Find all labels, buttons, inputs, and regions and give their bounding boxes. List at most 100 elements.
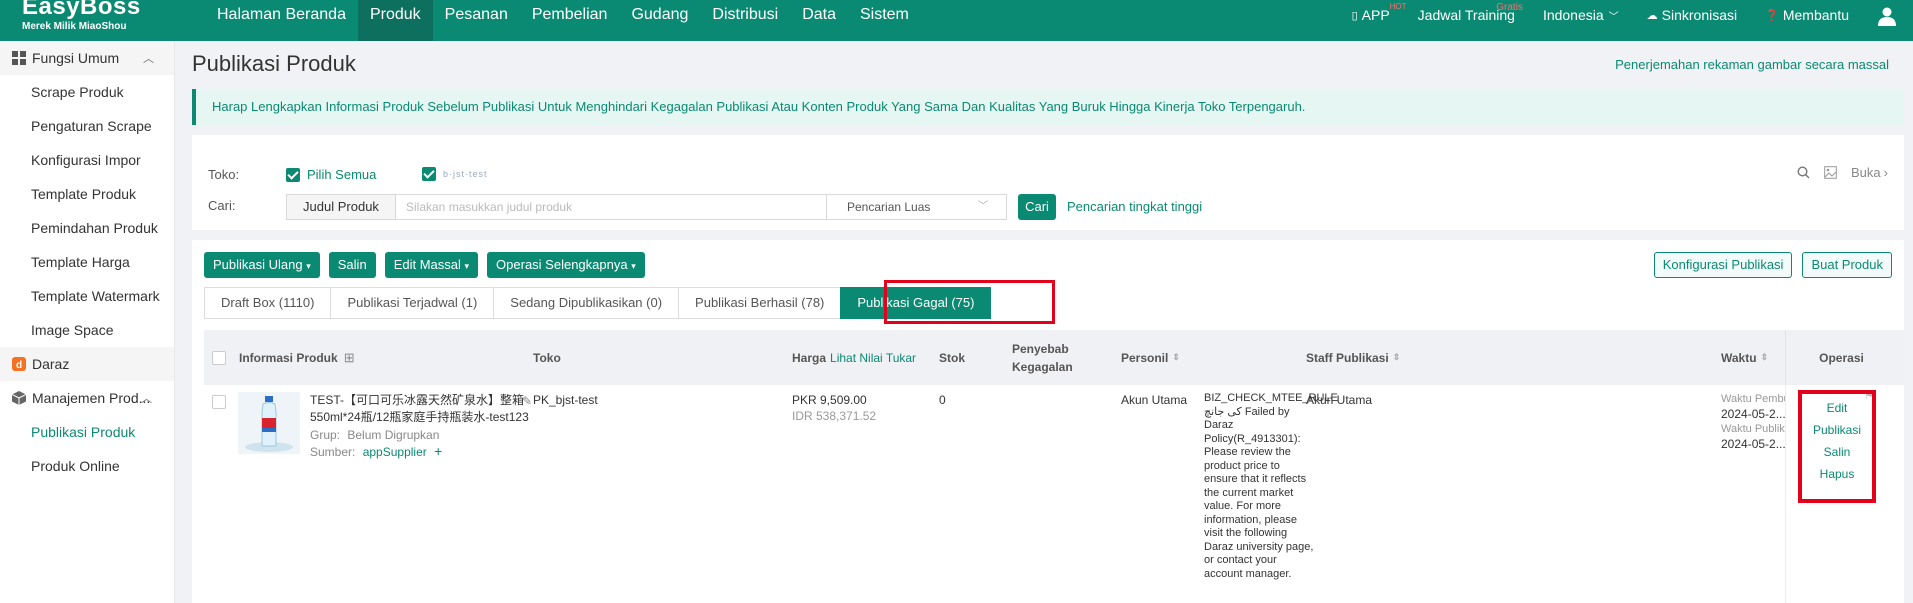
top-navbar: EasyBoss Merek Milik MiaoShou Halaman Be… bbox=[0, 0, 1913, 41]
search-type-select[interactable]: Judul Produk bbox=[286, 194, 396, 220]
language-select[interactable]: Indonesia ﹀ bbox=[1543, 7, 1619, 23]
republish-button[interactable]: Publikasi Ulang ▾ bbox=[204, 252, 320, 278]
sidebar-group-label: Manajemen Prod... bbox=[32, 390, 151, 406]
source-label: Sumber: bbox=[310, 445, 356, 459]
delete-link[interactable]: Hapus bbox=[1802, 467, 1872, 481]
sort-icon: ⇕ bbox=[1392, 352, 1401, 362]
publish-config-button[interactable]: Konfigurasi Publikasi bbox=[1653, 252, 1793, 278]
sidebar-group-manajemen-produk[interactable]: Manajemen Prod... ︿ bbox=[0, 381, 174, 415]
highlight-box bbox=[884, 280, 1055, 324]
search-row: Judul Produk Pencarian Luas ﹀ Cari Penca… bbox=[286, 194, 1202, 220]
phone-icon: ▯ bbox=[1351, 9, 1358, 22]
sidebar-item-template-harga[interactable]: Template Harga bbox=[0, 245, 174, 279]
tab-scheduled[interactable]: Publikasi Terjadwal (1) bbox=[330, 287, 494, 319]
training-link[interactable]: Jadwal Training Gratis bbox=[1418, 2, 1523, 23]
menu-beranda[interactable]: Halaman Beranda bbox=[205, 0, 358, 41]
image-search-icon[interactable] bbox=[1824, 166, 1837, 179]
svg-text:d: d bbox=[16, 360, 22, 371]
select-all-rows[interactable] bbox=[212, 330, 226, 385]
add-icon[interactable]: + bbox=[434, 443, 442, 459]
publish-link[interactable]: Publikasi bbox=[1802, 423, 1872, 437]
menu-gudang[interactable]: Gudang bbox=[619, 0, 700, 41]
sidebar-item-template-produk[interactable]: Template Produk bbox=[0, 177, 174, 211]
sidebar-item-produk-online[interactable]: Produk Online bbox=[0, 449, 174, 483]
search-input[interactable] bbox=[396, 194, 827, 220]
store-checkbox[interactable]: b·jst·test bbox=[422, 167, 488, 181]
bulk-translate-link[interactable]: Penerjemahan rekaman gambar secara massa… bbox=[1615, 57, 1889, 72]
chevron-down-icon: ▾ bbox=[306, 261, 311, 271]
source-link[interactable]: appSupplier bbox=[363, 445, 427, 459]
row-price: PKR 9,509.00 IDR 538,371.52 bbox=[792, 392, 876, 424]
app-link[interactable]: ▯ APP HOT bbox=[1351, 2, 1407, 23]
menu-data[interactable]: Data bbox=[790, 0, 848, 41]
col-time[interactable]: Waktu ⇕ bbox=[1721, 330, 1768, 385]
create-product-button[interactable]: Buat Produk bbox=[1802, 252, 1892, 278]
sync-label: Sinkronisasi bbox=[1661, 7, 1738, 23]
row-store: PK_bjst-test bbox=[533, 393, 598, 407]
col-info-label: Informasi Produk bbox=[239, 350, 338, 365]
product-group: Grup: Belum Digrupkan bbox=[310, 427, 439, 443]
published-label: Waktu Publikasi bbox=[1721, 423, 1785, 435]
select-all-checkbox[interactable]: Pilih Semua bbox=[286, 167, 376, 182]
expand-icon[interactable]: ⊞ bbox=[344, 350, 355, 366]
sidebar-group-fungsi-umum[interactable]: Fungsi Umum ︿ bbox=[0, 41, 174, 75]
chevron-up-icon: ︿ bbox=[143, 53, 154, 65]
row-time: Waktu Pembuatan 2024-05-2... Waktu Publi… bbox=[1721, 392, 1785, 452]
more-operations-label: Operasi Selengkapnya bbox=[496, 257, 628, 272]
edit-link[interactable]: Edit bbox=[1802, 401, 1872, 415]
daraz-icon: d bbox=[12, 357, 26, 371]
logo[interactable]: EasyBoss Merek Milik MiaoShou bbox=[22, 0, 182, 33]
col-personnel[interactable]: Personil ⇕ bbox=[1121, 330, 1180, 385]
open-filter-toggle[interactable]: Buka bbox=[1851, 165, 1881, 180]
sidebar-item-template-watermark[interactable]: Template Watermark bbox=[0, 279, 174, 313]
bulk-edit-button[interactable]: Edit Massal ▾ bbox=[384, 252, 479, 278]
menu-pesanan[interactable]: Pesanan bbox=[433, 0, 520, 41]
search-mode-select[interactable]: Pencarian Luas ﹀ bbox=[827, 194, 1007, 220]
sidebar-item-publikasi-produk[interactable]: Publikasi Produk bbox=[0, 415, 174, 449]
sidebar-group-daraz[interactable]: d Daraz bbox=[0, 347, 174, 381]
row-staff: Akun Utama bbox=[1306, 393, 1373, 407]
col-ops: Operasi bbox=[1785, 330, 1897, 385]
bulk-actions: Publikasi Ulang ▾ Salin Edit Massal ▾ Op… bbox=[204, 252, 654, 278]
group-label: Grup: bbox=[310, 428, 341, 442]
row-checkbox[interactable] bbox=[212, 394, 226, 409]
advanced-search-link[interactable]: Pencarian tingkat tinggi bbox=[1067, 194, 1202, 220]
sidebar-item-pemindahan-produk[interactable]: Pemindahan Produk bbox=[0, 211, 174, 245]
col-price-label: Harga bbox=[792, 350, 827, 365]
col-store: Toko bbox=[533, 350, 561, 365]
menu-pembelian[interactable]: Pembelian bbox=[520, 0, 620, 41]
sync-button[interactable]: ☁ Sinkronisasi bbox=[1647, 7, 1737, 23]
sidebar-item-konfigurasi-impor[interactable]: Konfigurasi Impor bbox=[0, 143, 174, 177]
tab-draft-box[interactable]: Draft Box (1110) bbox=[204, 287, 331, 319]
copy-button[interactable]: Salin bbox=[328, 252, 376, 278]
menu-distribusi[interactable]: Distribusi bbox=[700, 0, 790, 41]
search-button[interactable]: Cari bbox=[1018, 194, 1056, 220]
edit-pencil-icon[interactable]: ✎ bbox=[522, 394, 532, 408]
search-mode-value: Pencarian Luas bbox=[847, 200, 931, 214]
user-icon[interactable] bbox=[1877, 6, 1897, 26]
help-icon: ❓ bbox=[1765, 9, 1779, 22]
col-staff[interactable]: Staff Publikasi ⇕ bbox=[1306, 330, 1400, 385]
menu-sistem[interactable]: Sistem bbox=[848, 0, 921, 41]
sidebar-item-image-space[interactable]: Image Space bbox=[0, 313, 174, 347]
brand-tagline: Merek Milik MiaoShou bbox=[22, 21, 127, 32]
col-personnel-label: Personil bbox=[1121, 350, 1169, 365]
language-label: Indonesia bbox=[1542, 7, 1604, 23]
product-title[interactable]: TEST-【可口可乐冰露天然矿泉水】整箱550ml*24瓶/12瓶家庭手持瓶装水… bbox=[310, 392, 535, 426]
copy-link[interactable]: Salin bbox=[1802, 445, 1872, 459]
menu-produk[interactable]: Produk bbox=[357, 0, 433, 41]
exchange-rate-link[interactable]: Lihat Nilai Tukar bbox=[830, 351, 916, 365]
sidebar-item-scrape-produk[interactable]: Scrape Produk bbox=[0, 75, 174, 109]
tab-published-success[interactable]: Publikasi Berhasil (78) bbox=[678, 287, 841, 319]
tab-publishing[interactable]: Sedang Dipublikasikan (0) bbox=[493, 287, 679, 319]
grid-icon bbox=[12, 51, 26, 65]
help-button[interactable]: ❓ Membantu bbox=[1765, 7, 1849, 23]
search-icon[interactable] bbox=[1797, 166, 1810, 179]
more-operations-button[interactable]: Operasi Selengkapnya ▾ bbox=[487, 252, 645, 278]
product-thumbnail[interactable] bbox=[238, 392, 300, 454]
sort-icon: ⇕ bbox=[1172, 352, 1180, 362]
app-label: APP bbox=[1361, 7, 1390, 23]
sidebar-item-pengaturan-scrape[interactable]: Pengaturan Scrape bbox=[0, 109, 174, 143]
right-actions: Konfigurasi Publikasi Buat Produk bbox=[1644, 252, 1892, 278]
group-value: Belum Digrupkan bbox=[347, 428, 440, 442]
